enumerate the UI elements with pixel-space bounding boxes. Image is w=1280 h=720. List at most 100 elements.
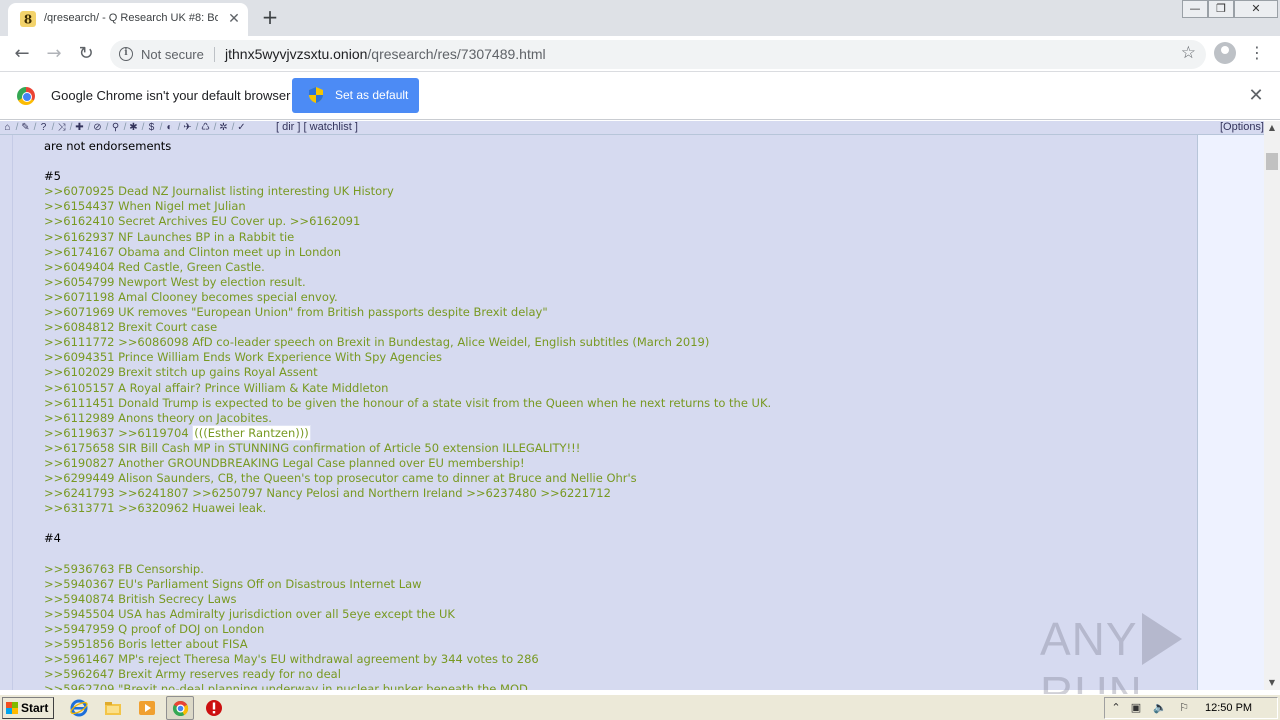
set-as-default-button[interactable]: Set as default bbox=[292, 78, 419, 113]
greentext-link-line[interactable]: >>5940367 EU's Parliament Signs Off on D… bbox=[44, 577, 1194, 592]
highlighted-text[interactable]: (((Esther Rantzen))) bbox=[192, 424, 311, 441]
dollar-icon[interactable]: $ bbox=[146, 122, 157, 134]
options-link[interactable]: [Options] bbox=[1220, 121, 1264, 134]
help-icon[interactable]: ? bbox=[38, 122, 49, 134]
profile-avatar-icon[interactable] bbox=[1214, 42, 1236, 64]
half-circle-icon[interactable]: ◐ bbox=[164, 122, 175, 134]
window-restore-button[interactable]: ❐ bbox=[1208, 0, 1234, 18]
home-icon[interactable]: ⌂ bbox=[2, 122, 13, 134]
greentext-link-line[interactable]: >>6111451 Donald Trump is expected to be… bbox=[44, 396, 1194, 411]
greentext-segment[interactable]: >>6119637 >>6119704 bbox=[44, 426, 192, 440]
greentext-link-line[interactable]: >>5936763 FB Censorship. bbox=[44, 562, 1194, 577]
greentext-link-line[interactable]: >>5961467 MP's reject Theresa May's EU w… bbox=[44, 652, 1194, 667]
tab-strip: 8 /qresearch/ - Q Research UK #8: Bo ✕ +… bbox=[0, 0, 1280, 36]
greentext-link-line[interactable]: >>5951856 Boris letter about FISA bbox=[44, 637, 1194, 652]
tray-expand-icon[interactable]: ⌃ bbox=[1109, 701, 1123, 715]
greentext-link-line[interactable]: >>6071198 Amal Clooney becomes special e… bbox=[44, 290, 1194, 305]
security-label[interactable]: Not secure bbox=[141, 47, 204, 62]
start-button[interactable]: Start bbox=[2, 697, 54, 719]
page-content: ⌂ / ✎ /? / ⤨ / ✚ / ⊘ / ⚲ / ✱ / $ / ◐ / ✈ / ♺ / ✲ / ✓ [ dir ] [ wa… bbox=[0, 121, 1264, 690]
greentext-link-line[interactable]: >>5947959 Q proof of DOJ on London bbox=[44, 622, 1194, 637]
scroll-up-arrow-icon[interactable]: ▲ bbox=[1264, 121, 1280, 135]
browser-tab[interactable]: 8 /qresearch/ - Q Research UK #8: Bo ✕ bbox=[8, 3, 248, 36]
uac-shield-icon bbox=[309, 87, 323, 103]
tab-close-icon[interactable]: ✕ bbox=[226, 11, 242, 27]
greentext-link-line[interactable]: >>6190827 Another GROUNDBREAKING Legal C… bbox=[44, 456, 1194, 471]
greentext-link-line[interactable]: >>5940874 British Secrecy Laws bbox=[44, 592, 1194, 607]
greentext-link-line[interactable]: >>6071969 UK removes "European Union" fr… bbox=[44, 305, 1194, 320]
watermark-left: ANY bbox=[1040, 613, 1138, 665]
window-minimize-button[interactable]: — bbox=[1182, 0, 1208, 18]
forward-button[interactable]: → bbox=[42, 42, 66, 66]
chrome-menu-icon[interactable]: ⋮ bbox=[1249, 42, 1265, 64]
bug-icon[interactable]: ✲ bbox=[218, 122, 229, 134]
tag-icon[interactable]: ✎ bbox=[20, 122, 31, 134]
twitter-icon[interactable]: ✈ bbox=[182, 122, 193, 134]
greentext-link-line[interactable]: >>6162937 NF Launches BP in a Rabbit tie bbox=[44, 230, 1194, 245]
internet-explorer-icon[interactable] bbox=[70, 699, 88, 717]
greentext-link-line[interactable]: >>6174167 Obama and Clinton meet up in L… bbox=[44, 245, 1194, 260]
greentext-link-line[interactable]: >>6054799 Newport West by election resul… bbox=[44, 275, 1194, 290]
greentext-link-line[interactable]: >>6105157 A Royal affair? Prince William… bbox=[44, 381, 1194, 396]
check-icon[interactable]: ✓ bbox=[236, 122, 247, 134]
plus-icon[interactable]: ✚ bbox=[74, 122, 85, 134]
greentext-link-line[interactable]: >>6175658 SIR Bill Cash MP in STUNNING c… bbox=[44, 441, 1194, 456]
bookmark-star-icon[interactable]: ☆ bbox=[1181, 43, 1196, 63]
new-tab-button[interactable]: + bbox=[258, 6, 282, 30]
post-container: are not endorsements #5 >>6070925 Dead NZ … bbox=[12, 135, 1198, 690]
address-bar[interactable]: i Not secure jthnx5wyvjvzsxtu.onion/qres… bbox=[110, 40, 1206, 69]
q-favicon-icon: 8 bbox=[20, 11, 36, 27]
tab-title: /qresearch/ - Q Research UK #8: Bo bbox=[44, 12, 218, 24]
board-navigation-bar: ⌂ / ✎ /? / ⤨ / ✚ / ⊘ / ⚲ / ✱ / $ / ◐ / ✈ / ♺ / ✲ / ✓ [ dir ] [ wa… bbox=[0, 121, 1264, 135]
volume-icon[interactable]: 🔈 bbox=[1153, 701, 1167, 715]
file-explorer-icon[interactable] bbox=[104, 699, 122, 717]
search-icon[interactable]: ⚲ bbox=[110, 122, 121, 134]
recycle-icon[interactable]: ♺ bbox=[200, 122, 211, 134]
greentext-link-line[interactable]: >>6094351 Prince William Ends Work Exper… bbox=[44, 350, 1194, 365]
scrollbar-thumb[interactable] bbox=[1266, 153, 1278, 170]
greentext-link-line[interactable]: >>6084812 Brexit Court case bbox=[44, 320, 1194, 335]
greentext-link-line[interactable]: >>6154437 When Nigel met Julian bbox=[44, 199, 1194, 214]
greentext-link-line[interactable]: >>6299449 Alison Saunders, CB, the Queen… bbox=[44, 471, 1194, 486]
chrome-taskbar-button[interactable] bbox=[166, 696, 194, 720]
greentext-link-line[interactable]: >>6070925 Dead NZ Journalist listing int… bbox=[44, 184, 1194, 199]
action-center-flag-icon[interactable]: ⚐ bbox=[1177, 701, 1191, 715]
infobar-close-icon[interactable]: ✕ bbox=[1246, 86, 1266, 106]
greentext-link-line[interactable]: >>6162410 Secret Archives EU Cover up. >… bbox=[44, 214, 1194, 229]
watchlist-link[interactable]: [ watchlist ] bbox=[304, 121, 358, 133]
network-icon[interactable]: ▣ bbox=[1129, 701, 1143, 715]
ban-icon[interactable]: ⊘ bbox=[92, 122, 103, 134]
greentext-link-line[interactable]: >>5945504 USA has Admiralty jurisdiction… bbox=[44, 607, 1194, 622]
set-as-default-label: Set as default bbox=[335, 88, 409, 102]
greentext-link-line[interactable]: >>5962647 Brexit Army reserves ready for… bbox=[44, 667, 1194, 682]
back-button[interactable]: ← bbox=[10, 42, 34, 66]
greentext-link-line[interactable]: >>6241793 >>6241807 >>6250797 Nancy Pelo… bbox=[44, 486, 1194, 501]
dir-link[interactable]: [ dir ] bbox=[276, 121, 300, 133]
greentext-link-line[interactable]: >>6119637 >>6119704 (((Esther Rantzen))) bbox=[44, 424, 1194, 441]
greentext-link-line[interactable]: >>6049404 Red Castle, Green Castle. bbox=[44, 260, 1194, 275]
info-icon[interactable]: i bbox=[119, 47, 133, 61]
greentext-link-line[interactable]: >>5962709 "Brexit no-deal planning under… bbox=[44, 682, 1194, 690]
media-player-icon[interactable] bbox=[138, 699, 156, 717]
url-host: jthnx5wyvjvzsxtu.onion bbox=[225, 46, 368, 62]
start-label: Start bbox=[21, 701, 49, 715]
browser-toolbar: ← → ↻ i Not secure jthnx5wyvjvzsxtu.onio… bbox=[0, 36, 1280, 72]
greentext-link-line[interactable]: >>6102029 Brexit stitch up gains Royal A… bbox=[44, 365, 1194, 380]
gear-icon[interactable]: ✱ bbox=[128, 122, 139, 134]
reload-button[interactable]: ↻ bbox=[74, 42, 98, 66]
post-text-line: #5 bbox=[44, 169, 61, 184]
shuffle-icon[interactable]: ⤨ bbox=[56, 122, 67, 134]
greentext-link-line[interactable]: >>6112989 Anons theory on Jacobites. bbox=[44, 411, 1194, 426]
greentext-link-line[interactable]: >>6313771 >>6320962 Huawei leak. bbox=[44, 501, 1194, 516]
greentext-link-line[interactable]: >>6111772 >>6086098 AfD co-leader speech… bbox=[44, 335, 1194, 350]
window-close-button[interactable]: ✕ bbox=[1234, 0, 1278, 18]
default-browser-infobar: Google Chrome isn't your default browser… bbox=[0, 72, 1280, 120]
vertical-scrollbar[interactable]: ▲ ▼ bbox=[1264, 121, 1280, 690]
taskbar-clock[interactable]: 12:50 PM bbox=[1205, 702, 1252, 714]
url-text[interactable]: jthnx5wyvjvzsxtu.onion/qresearch/res/730… bbox=[225, 46, 546, 62]
chrome-taskbar-icon bbox=[172, 700, 189, 717]
opera-stop-icon[interactable] bbox=[205, 699, 223, 717]
post-text-line: #4 bbox=[44, 531, 61, 546]
